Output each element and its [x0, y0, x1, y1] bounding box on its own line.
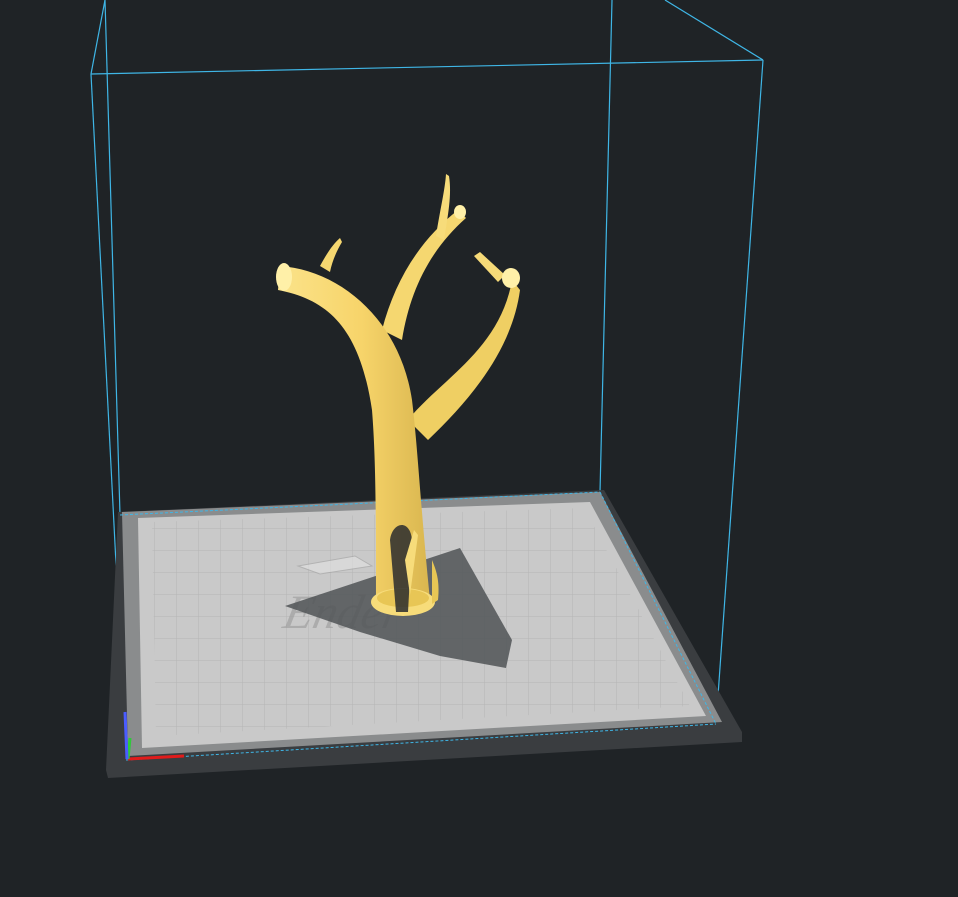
3d-viewport[interactable]: Ender [0, 0, 958, 897]
axis-z [123, 711, 129, 760]
scene-canvas[interactable]: Ender [0, 0, 958, 897]
